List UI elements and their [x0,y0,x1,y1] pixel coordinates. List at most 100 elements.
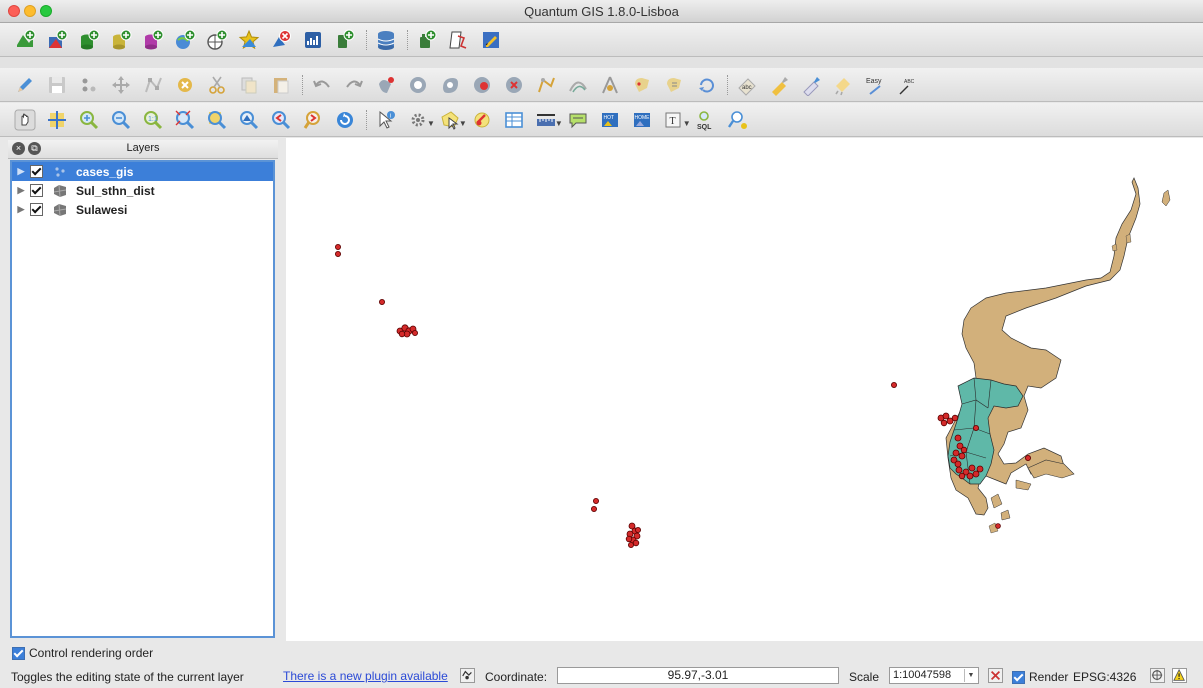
plugin-manager-icon[interactable] [416,29,438,51]
zoom-to-layer-icon[interactable] [238,109,260,131]
show-bookmarks-icon[interactable]: HOME [631,109,653,131]
zoom-next-icon[interactable] [302,109,324,131]
add-feature-icon[interactable] [78,74,100,96]
polygon-layer-icon [53,203,67,216]
move-label-icon[interactable] [832,74,854,96]
table-manager-icon[interactable] [480,29,502,51]
select-features-icon[interactable] [439,109,461,131]
rotate-point-symbols-icon[interactable] [695,74,717,96]
add-wfs-layer-icon[interactable] [206,29,228,51]
search-icon[interactable] [727,109,749,131]
merge-attributes-icon[interactable] [663,74,685,96]
new-spatialite-layer-icon[interactable] [302,29,324,51]
scale-combobox[interactable]: 1:10047598 ▼ [889,667,979,684]
delete-selected-icon[interactable] [174,74,196,96]
new-shapefile-layer-icon[interactable] [270,29,292,51]
zoom-out-icon[interactable] [110,109,132,131]
move-feature-icon[interactable] [110,74,132,96]
layer-visibility-checkbox[interactable] [30,165,43,178]
layer-item-cases-gis[interactable]: ▶ cases_gis [12,162,273,181]
show-hide-labels-icon[interactable] [800,74,822,96]
chevron-down-icon[interactable]: ▼ [459,119,467,128]
new-bookmark-icon[interactable]: HOT [599,109,621,131]
text-annotation-icon[interactable]: T [663,109,685,131]
copy-features-icon[interactable] [238,74,260,96]
map-tips-icon[interactable] [567,109,589,131]
layers-panel-header: × ⧉ Layers [8,140,278,159]
map-view[interactable] [286,138,1203,641]
zoom-last-icon[interactable] [270,109,292,131]
pan-map-icon[interactable] [14,109,36,131]
undo-icon[interactable] [311,74,333,96]
pin-labels-icon[interactable] [768,74,790,96]
map-canvas[interactable] [286,138,1203,641]
add-raster-layer-icon[interactable] [46,29,68,51]
add-postgis-layer-icon[interactable] [78,29,100,51]
merge-selected-icon[interactable] [631,74,653,96]
delete-part-icon[interactable] [503,74,525,96]
expand-arrow-icon[interactable]: ▶ [12,185,30,196]
case-points [335,244,1032,548]
control-rendering-order[interactable]: Control rendering order [12,646,153,660]
cut-features-icon[interactable] [206,74,228,96]
chevron-down-icon[interactable]: ▼ [683,119,691,128]
split-features-icon[interactable] [599,74,621,96]
db-manager-icon[interactable] [375,29,397,51]
change-label-icon[interactable]: Easy [864,74,886,96]
zoom-to-selection-icon[interactable] [206,109,228,131]
add-mssql-layer-icon[interactable] [142,29,164,51]
add-wms-layer-icon[interactable] [174,29,196,51]
chevron-down-icon[interactable]: ▼ [964,669,977,682]
add-gps-layer-icon[interactable] [334,29,356,51]
zoom-in-icon[interactable] [78,109,100,131]
render-checkbox[interactable] [1012,670,1025,684]
add-part-icon[interactable] [439,74,461,96]
rotate-label-icon[interactable]: ABC [896,74,918,96]
stop-rendering-icon[interactable] [988,668,1003,683]
delete-ring-icon[interactable] [471,74,493,96]
label-settings-icon[interactable]: abc [736,74,758,96]
expand-arrow-icon[interactable]: ▶ [12,204,30,215]
render-toggle[interactable]: Render [1012,670,1068,684]
layer-visibility-checkbox[interactable] [30,184,43,197]
layer-item-sulawesi[interactable]: ▶ Sulawesi [12,200,273,219]
add-ring-icon[interactable] [407,74,429,96]
deselect-icon[interactable] [471,109,493,131]
polygon-layer-icon [53,184,67,197]
toggle-coordinates-icon[interactable] [460,668,475,683]
paste-features-icon[interactable] [270,74,292,96]
refresh-icon[interactable] [334,109,356,131]
node-tool-icon[interactable] [142,74,164,96]
add-spatialite-layer-icon[interactable] [110,29,132,51]
toggle-editing-icon[interactable] [14,74,36,96]
control-rendering-order-checkbox[interactable] [12,646,25,660]
zoom-native-icon[interactable]: 1:1 [142,109,164,131]
chevron-down-icon[interactable]: ▼ [555,119,563,128]
redo-icon[interactable] [343,74,365,96]
identify-icon[interactable]: i [375,109,397,131]
new-plugin-link[interactable]: There is a new plugin available [283,669,448,683]
add-vector-layer-icon[interactable] [14,29,36,51]
layer-item-sul-sthn-dist[interactable]: ▶ Sul_sthn_dist [12,181,273,200]
crs-status[interactable]: EPSG:4326 [1073,670,1136,684]
measure-line-icon[interactable] [535,109,557,131]
simplify-feature-icon[interactable] [375,74,397,96]
action-icon[interactable] [407,109,429,131]
add-delimited-text-layer-icon[interactable] [238,29,260,51]
sql-query-icon[interactable]: SQL [695,109,717,131]
open-attribute-table-icon[interactable] [503,109,525,131]
save-edits-icon[interactable] [46,74,68,96]
projection-icon[interactable] [1150,668,1165,683]
python-console-icon[interactable] [448,29,470,51]
coordinate-field[interactable]: 95.97,-3.01 [557,667,839,684]
expand-arrow-icon[interactable]: ▶ [12,166,30,177]
reshape-features-icon[interactable] [535,74,557,96]
layer-visibility-checkbox[interactable] [30,203,43,216]
pan-to-selection-icon[interactable] [46,109,68,131]
layers-list[interactable]: ▶ cases_gis ▶ Sul_sthn_dist ▶ Sulawesi [10,160,275,638]
chevron-down-icon[interactable]: ▼ [427,119,435,128]
offset-curve-icon[interactable] [567,74,589,96]
zoom-full-icon[interactable] [174,109,196,131]
warning-icon[interactable] [1172,668,1187,683]
toolbar-separator [407,29,410,50]
